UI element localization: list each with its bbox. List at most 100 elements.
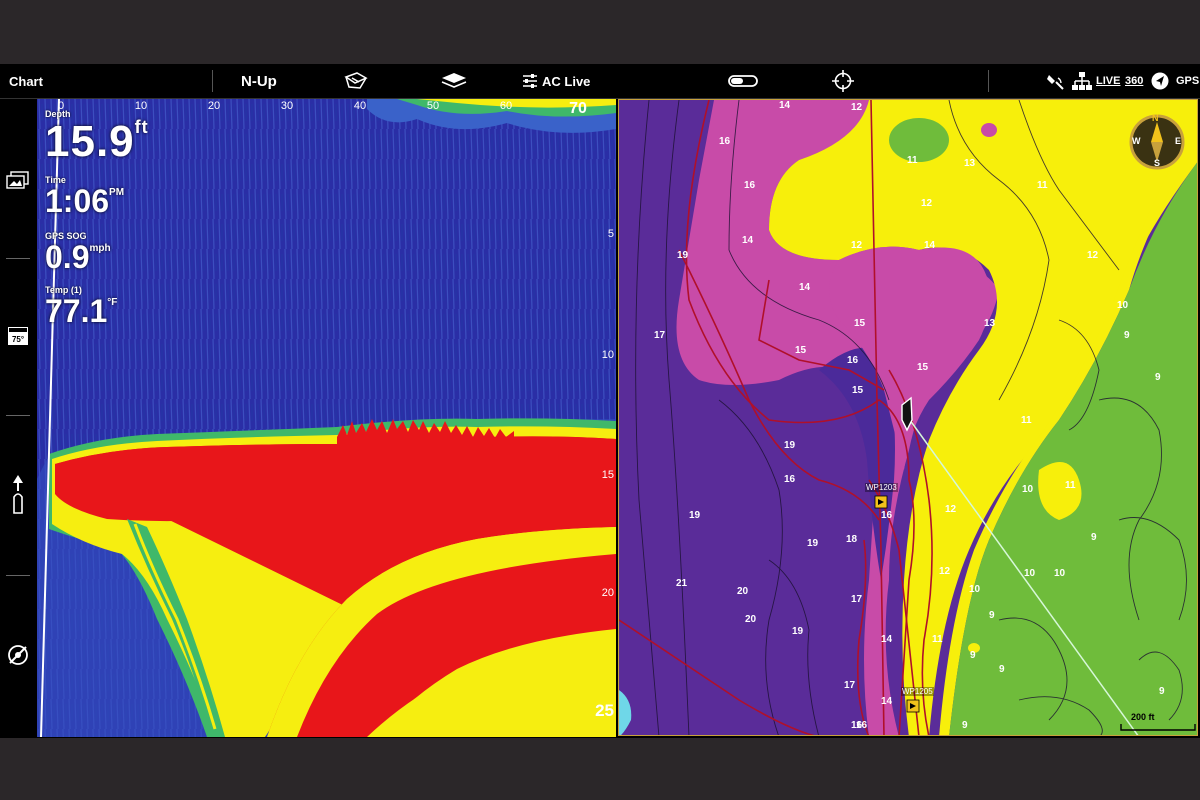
y-tick: 5 [607, 228, 614, 240]
temp-value: 77.1 [45, 293, 108, 329]
images-icon[interactable] [0, 171, 36, 189]
contour-label: 19 [784, 440, 796, 451]
separator [212, 70, 213, 92]
max-depth-label: 25 [595, 701, 614, 720]
waypoint-label[interactable]: WP1203 [865, 483, 898, 492]
contour-label: 11 [907, 155, 918, 166]
x-tick: 60 [499, 100, 513, 112]
contour-label: 16 [784, 474, 796, 485]
contour-label: 15 [852, 385, 864, 396]
depth-value: 15.9 [45, 117, 135, 166]
contour-label: 21 [676, 578, 688, 589]
ac-live-label: AC Live [542, 73, 591, 89]
contour-label: 14 [924, 240, 936, 251]
temp-unit: °F [107, 297, 118, 308]
contour-label: 15 [917, 362, 929, 373]
separator [6, 258, 30, 259]
contour-label: 20 [737, 586, 749, 597]
live-label: LIVE [1096, 75, 1121, 87]
contour-label: 10 [1024, 568, 1036, 579]
contour-label: 9 [989, 610, 995, 621]
contour-label: 11 [1065, 480, 1076, 491]
360-indicator[interactable]: 360 [1125, 64, 1143, 98]
contour-label: 15 [854, 318, 866, 329]
live-indicator[interactable]: LIVE [1096, 64, 1120, 98]
x-tick: 50 [426, 100, 440, 112]
scale-label: 200 ft [1131, 712, 1155, 722]
contour-label: 17 [844, 680, 856, 691]
ac-live-button[interactable]: AC Live [522, 64, 590, 98]
y-tick: 20 [601, 587, 614, 599]
sonar-swirl-icon[interactable] [0, 643, 36, 667]
contour-label: 16 [851, 720, 863, 731]
chart-map-graphic [619, 100, 1197, 735]
x-tick: 40 [353, 100, 367, 112]
orientation-button[interactable]: N-Up [241, 64, 277, 98]
sog-value: 0.9 [45, 239, 90, 275]
contour-label: 19 [792, 626, 804, 637]
contour-label: 12 [851, 240, 863, 251]
layers-icon[interactable] [440, 64, 468, 98]
navigation-arrow-icon[interactable] [1151, 64, 1169, 98]
contour-label: 18 [846, 534, 858, 545]
contour-label: 19 [689, 510, 701, 521]
boat-icon[interactable] [0, 475, 36, 515]
contour-label: 14 [799, 282, 811, 293]
orientation-label: N-Up [241, 72, 277, 90]
contour-label: 13 [964, 158, 976, 169]
y-tick: 15 [601, 469, 614, 481]
contour-label: 9 [970, 650, 976, 661]
separator [6, 575, 30, 576]
satellite-icon[interactable] [1046, 64, 1066, 98]
gps-label: GPS [1176, 75, 1200, 87]
compass-n: N [1152, 113, 1159, 123]
contour-label: 20 [745, 614, 757, 625]
contour-label: 16 [881, 510, 893, 521]
transducer-icon[interactable] [727, 64, 761, 98]
crosshair-icon[interactable] [832, 64, 854, 98]
x-tick: 70 [569, 100, 587, 117]
contour-label: 11 [1037, 180, 1048, 191]
time-value: 1:06 [45, 183, 110, 219]
contour-label: 19 [807, 538, 819, 549]
contour-label: 12 [939, 566, 951, 577]
time-readout: 1:06PM [45, 183, 124, 220]
contour-label: 13 [984, 318, 996, 329]
degrees-label: 360 [1125, 75, 1144, 87]
mode-label: Chart [9, 73, 43, 89]
map-edit-icon[interactable] [343, 64, 369, 98]
contour-label: 10 [1022, 484, 1034, 495]
sonar-panel[interactable]: 0 10 20 30 40 50 60 70 5 10 15 20 25 Dep… [37, 99, 616, 737]
contour-label: 9 [1091, 532, 1097, 543]
contour-label: 14 [779, 100, 791, 111]
contour-label: 9 [1159, 686, 1165, 697]
compass-w: W [1132, 136, 1141, 146]
waypoint-flag-1 [874, 495, 888, 509]
temperature-badge[interactable]: 75° [0, 327, 36, 345]
contour-label: 9 [999, 664, 1005, 675]
contour-label: 16 [719, 136, 731, 147]
contour-label: 10 [969, 584, 981, 595]
contour-label: 9 [1155, 372, 1161, 383]
contour-label: 12 [1087, 250, 1099, 261]
y-tick: 10 [601, 349, 614, 361]
contour-label: 9 [1124, 330, 1130, 341]
temp-readout: 77.1°F [45, 293, 117, 330]
gps-indicator[interactable]: GPS [1176, 64, 1199, 98]
contour-label: 19 [677, 250, 689, 261]
chart-panel[interactable]: 14 12 11 13 12 11 12 16 16 14 12 10 14 1… [618, 99, 1198, 736]
compass-s: S [1154, 158, 1161, 168]
contour-label: 17 [851, 594, 863, 605]
contour-label: 12 [851, 102, 863, 113]
contour-label: 16 [847, 355, 859, 366]
contour-label: 14 [881, 696, 893, 707]
compass-e: E [1175, 136, 1182, 146]
sog-readout: 0.9mph [45, 239, 111, 276]
x-tick: 10 [134, 100, 148, 112]
contour-label: 11 [932, 634, 943, 645]
waypoint-label[interactable]: WP1205 [901, 687, 934, 696]
mode-button[interactable]: Chart [9, 64, 43, 98]
contour-label: 17 [654, 330, 666, 341]
time-unit: PM [109, 187, 125, 198]
network-icon[interactable] [1072, 64, 1092, 98]
